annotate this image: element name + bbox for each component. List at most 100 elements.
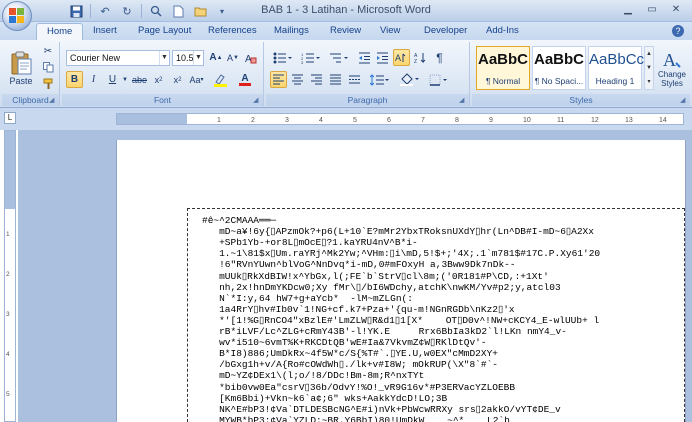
italic-button[interactable]: I — [85, 71, 102, 88]
copy-icon[interactable] — [40, 60, 56, 75]
sort-button[interactable]: AZ — [412, 49, 429, 66]
numbering-icon: 123 — [301, 52, 320, 64]
tab-developer[interactable]: Developer — [414, 23, 477, 40]
justify-button[interactable] — [327, 71, 344, 88]
numbering-button[interactable]: 123 — [298, 49, 324, 66]
asian-layout-button[interactable]: A — [393, 49, 410, 66]
document-line[interactable]: /bGxg1h+v/A{Ro#cOWdWh▯./lk+v#I8W; mOkRUP… — [202, 359, 498, 370]
tab-page-layout[interactable]: Page Layout — [128, 23, 201, 40]
styles-launcher-icon[interactable]: ◢ — [680, 96, 688, 104]
document-line[interactable]: +SPb1Yb-+or8L▯mOcE▯?1.kaYRU4nV^B*i- — [202, 237, 418, 248]
font-name-combo[interactable]: Courier New ▼ — [66, 50, 170, 66]
document-line[interactable]: wv*i510~6vmT%K+RKCDtQB'wE#Ia&7VkvmZ¢W▯RK… — [202, 337, 486, 348]
tab-selector-icon[interactable]: L — [4, 112, 16, 124]
document-line[interactable]: mUUk▯RkXdBIW!x^YbGx,l(;FE`b`StrV▯cl\8m;(… — [202, 271, 549, 282]
clear-formatting-icon[interactable]: A — [243, 49, 259, 66]
document-text-area[interactable]: #ê~^2CMAAA══─ mD~a¥!6y{▯APzmOk?+p6(L+10`… — [187, 208, 685, 422]
document-line[interactable]: nh,2x!hnDmYKDcw0;Xy fMr\▯/bI6WDchy,atchK… — [202, 282, 561, 293]
tab-add-ins[interactable]: Add-Ins — [476, 23, 529, 40]
chevron-down-icon[interactable]: ▼ — [121, 71, 129, 88]
document-line[interactable]: *bib0vw0Ea"csrV▯36b/OdvY!%O!_vR9G16v*#P3… — [202, 382, 515, 393]
ruler-number: 5 — [6, 391, 10, 398]
document-line[interactable]: NK^E#bP3!¢Va`DTLDESBcNG^E#i)nVk+PbWcwRRX… — [202, 404, 561, 415]
increase-indent-button[interactable] — [374, 49, 391, 66]
tab-references[interactable]: References — [198, 23, 267, 40]
document-line[interactable]: N`*I:y,64 hW7+g+aYcb* -lM~mZLGn(: — [202, 293, 413, 304]
paragraph-group: 123 A AZ ¶ Paragraph ◢ — [266, 42, 470, 106]
document-line[interactable]: B*I8)886;UmDkRx~4f5W*c/S{%T#`.▯YE.U,w0EX… — [202, 348, 498, 359]
align-center-button[interactable] — [289, 71, 306, 88]
line-spacing-button[interactable] — [367, 71, 393, 88]
document-line[interactable]: rB*iLVF/Lc^ZLG+cRmY43B'-l!YK.E Rrx6BbIa3… — [202, 326, 567, 337]
help-icon[interactable]: ? — [672, 25, 684, 37]
bullets-button[interactable] — [270, 49, 296, 66]
horizontal-ruler[interactable]: 123456789101112131415 — [116, 113, 684, 125]
chevron-down-icon[interactable]: ▼ — [159, 51, 169, 65]
subscript-button[interactable]: x2 — [150, 71, 167, 88]
change-styles-label: Change Styles — [657, 70, 687, 88]
superscript-button[interactable]: x2 — [169, 71, 186, 88]
document-line[interactable]: !6"RVnYUwn^blVoG^NnDvq*i-mD,0#mFOxyH a,3… — [202, 259, 515, 270]
tab-insert[interactable]: Insert — [83, 23, 127, 40]
decrease-indent-icon — [359, 52, 370, 63]
style-heading-1[interactable]: AaBbCc Heading 1 — [588, 46, 644, 90]
format-painter-icon[interactable] — [40, 76, 56, 91]
ruler-tick: 2 — [251, 117, 255, 124]
align-right-button[interactable] — [308, 71, 325, 88]
font-color-button[interactable]: A — [234, 71, 256, 88]
ruler-tick: 9 — [489, 117, 493, 124]
change-case-button[interactable]: Aa ▾ — [188, 71, 205, 88]
shading-button[interactable] — [397, 71, 423, 88]
document-line[interactable]: [Km6Bbi)+Vkn~k6`a¢;6" wks+AakkYdcD!LO;3B — [202, 393, 447, 404]
clipboard-launcher-icon[interactable]: ◢ — [49, 96, 57, 104]
distributed-button[interactable] — [346, 71, 363, 88]
chevron-down-icon[interactable]: ▼ — [193, 51, 203, 65]
change-styles-button[interactable]: A Change Styles — [656, 44, 688, 92]
paragraph-group-label: Paragraph — [266, 94, 469, 106]
tab-view[interactable]: View — [370, 23, 410, 40]
strikethrough-button[interactable]: abe — [131, 71, 148, 88]
tab-home[interactable]: Home — [36, 23, 84, 40]
multilevel-list-button[interactable] — [326, 49, 352, 66]
paragraph-launcher-icon[interactable]: ◢ — [459, 96, 467, 104]
document-line[interactable]: #ê~^2CMAAA══─ — [202, 215, 276, 226]
document-line[interactable]: mD~YZ¢DEx1\(l;o/!8/DDc!Bm-8m;R^nxTYt — [202, 370, 424, 381]
close-icon[interactable]: ✕ — [664, 0, 688, 18]
cut-icon[interactable]: ✂ — [40, 44, 56, 59]
vertical-ruler[interactable]: 1 2 3 4 5 — [4, 130, 16, 422]
styles-scroll[interactable]: ▲ ▼ ▾ — [644, 46, 654, 90]
ruler-tick: 14 — [659, 117, 667, 124]
chevron-up-icon[interactable]: ▲ — [645, 47, 653, 61]
shrink-font-icon[interactable]: A ▼ — [225, 49, 241, 66]
chevron-down-icon[interactable]: ▼ — [645, 61, 653, 75]
change-styles-icon: A — [663, 50, 681, 70]
document-line[interactable]: MYWB*bP3;¢Va`YZLD;~BR.Y6BbI)80!UmDkW ~^*… — [202, 415, 510, 422]
borders-button[interactable] — [426, 71, 452, 88]
style-no-spacing[interactable]: AaBbC ¶ No Spaci... — [532, 46, 586, 90]
minimize-icon[interactable]: ▁ — [616, 0, 640, 18]
document-line[interactable]: mD~a¥!6y{▯APzmOk?+p6(L+10`E?mMr2YbxTRoks… — [202, 226, 594, 237]
office-button[interactable] — [2, 1, 32, 31]
tab-review[interactable]: Review — [320, 23, 371, 40]
multilevel-list-icon — [330, 53, 348, 62]
paste-button[interactable]: Paste — [5, 44, 37, 92]
tab-mailings[interactable]: Mailings — [264, 23, 319, 40]
font-launcher-icon[interactable]: ◢ — [253, 96, 261, 104]
highlight-color-button[interactable] — [210, 71, 232, 88]
grow-font-icon[interactable]: A ▲ — [208, 49, 224, 66]
document-line[interactable]: 1a4RrY▯hv#Ib0v`1!NG+cf.k7+Pza+'{qu-m!NGn… — [202, 304, 515, 315]
ruler-margin — [5, 131, 15, 209]
document-line[interactable]: 1.~1\81$x▯Um.raYRj^Mk2Yw;^VHm:▯i\mD,5!$+… — [202, 248, 600, 259]
maximize-icon[interactable]: ▭ — [640, 0, 664, 18]
more-styles-icon[interactable]: ▾ — [645, 75, 653, 89]
ruler-tick: 10 — [523, 117, 531, 124]
font-size-combo[interactable]: 10.5 ▼ — [172, 50, 204, 66]
document-line[interactable]: *'[1!%G▯RnCO4"xBzlE#'LmZLW▯R&d1▯1[X* OT▯… — [202, 315, 599, 326]
style-normal[interactable]: AaBbC ¶ Normal — [476, 46, 530, 90]
align-left-button[interactable] — [270, 71, 287, 88]
underline-button[interactable]: U — [104, 71, 121, 88]
bold-button[interactable]: B — [66, 71, 83, 88]
decrease-indent-button[interactable] — [356, 49, 373, 66]
show-formatting-marks-icon[interactable]: ¶ — [431, 49, 448, 66]
ruler-tick: 5 — [353, 117, 357, 124]
